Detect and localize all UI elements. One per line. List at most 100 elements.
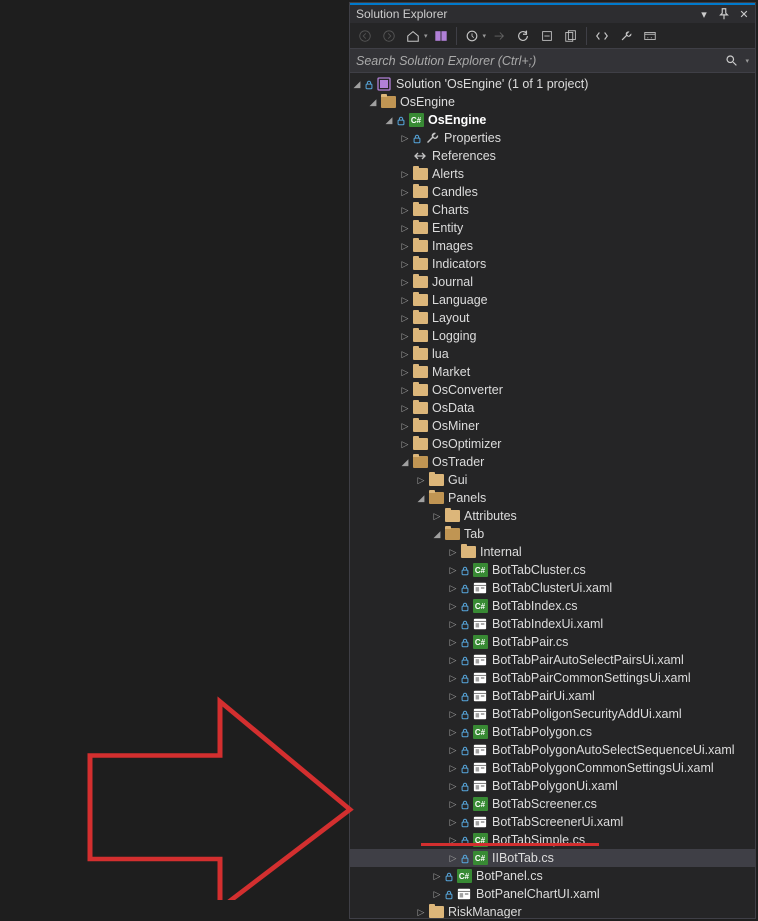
pending-changes-filter-button[interactable] [461, 25, 483, 47]
expander-icon[interactable]: ▷ [398, 385, 412, 396]
folder-alerts[interactable]: ▷Alerts [350, 165, 755, 183]
expander-icon[interactable]: ▷ [398, 169, 412, 180]
expander-icon[interactable]: ▷ [446, 655, 460, 666]
expander-icon[interactable]: ▷ [446, 763, 460, 774]
search-icon[interactable] [721, 54, 741, 67]
folder-logging[interactable]: ▷Logging [350, 327, 755, 345]
collapse-all-button[interactable] [536, 25, 558, 47]
back-button[interactable] [354, 25, 376, 47]
expander-icon[interactable]: ◢ [430, 529, 444, 540]
expander-icon[interactable]: ▷ [398, 241, 412, 252]
expander-icon[interactable]: ▷ [398, 205, 412, 216]
expander-icon[interactable]: ▷ [446, 601, 460, 612]
expander-icon[interactable]: ▷ [398, 403, 412, 414]
expander-icon[interactable]: ▷ [446, 727, 460, 738]
file-bottabpolygonautoselectsequenceui-xaml[interactable]: ▷BotTabPolygonAutoSelectSequenceUi.xaml [350, 741, 755, 759]
folder-journal[interactable]: ▷Journal [350, 273, 755, 291]
expander-icon[interactable]: ▷ [398, 367, 412, 378]
folder-osminer[interactable]: ▷OsMiner [350, 417, 755, 435]
expander-icon[interactable]: ◢ [414, 493, 428, 504]
file-bottabpaircommonsettingsui-xaml[interactable]: ▷BotTabPairCommonSettingsUi.xaml [350, 669, 755, 687]
folder-language[interactable]: ▷Language [350, 291, 755, 309]
folder-lua[interactable]: ▷lua [350, 345, 755, 363]
file-bottabpairui-xaml[interactable]: ▷BotTabPairUi.xaml [350, 687, 755, 705]
folder-indicators[interactable]: ▷Indicators [350, 255, 755, 273]
expander-icon[interactable]: ▷ [398, 313, 412, 324]
file-bottabcluster-cs[interactable]: ▷C#BotTabCluster.cs [350, 561, 755, 579]
file-bottabindex-cs[interactable]: ▷C#BotTabIndex.cs [350, 597, 755, 615]
expander-icon[interactable]: ▷ [430, 871, 444, 882]
expander-icon[interactable]: ▷ [398, 295, 412, 306]
expander-icon[interactable]: ▷ [398, 259, 412, 270]
expander-icon[interactable]: ▷ [446, 637, 460, 648]
expander-icon[interactable]: ▷ [398, 223, 412, 234]
expander-icon[interactable]: ▷ [446, 835, 460, 846]
file-bottabpolygoncommonsettingsui-xaml[interactable]: ▷BotTabPolygonCommonSettingsUi.xaml [350, 759, 755, 777]
folder-ostrader[interactable]: ◢OsTrader [350, 453, 755, 471]
folder-osoptimizer[interactable]: ▷OsOptimizer [350, 435, 755, 453]
expander-icon[interactable]: ▷ [398, 277, 412, 288]
folder-riskmanager[interactable]: ▷RiskManager [350, 903, 755, 918]
preview-button[interactable] [639, 25, 661, 47]
file-bottabindexui-xaml[interactable]: ▷BotTabIndexUi.xaml [350, 615, 755, 633]
window-position-icon[interactable]: ▾ [697, 7, 711, 21]
search-dropdown-icon[interactable]: ▾ [745, 57, 749, 65]
forward-button[interactable] [378, 25, 400, 47]
expander-icon[interactable]: ▷ [398, 439, 412, 450]
expander-icon[interactable]: ◢ [350, 79, 364, 90]
tree-view[interactable]: ◢Solution 'OsEngine' (1 of 1 project)◢Os… [350, 73, 755, 918]
expander-icon[interactable]: ◢ [382, 115, 396, 126]
file-bottabpoligonsecurityaddui-xaml[interactable]: ▷BotTabPoligonSecurityAddUi.xaml [350, 705, 755, 723]
project-node[interactable]: ◢C#OsEngine [350, 111, 755, 129]
file-botpanelchartui-xaml[interactable]: ▷BotPanelChartUI.xaml [350, 885, 755, 903]
folder-internal[interactable]: ▷Internal [350, 543, 755, 561]
expander-icon[interactable]: ▷ [398, 421, 412, 432]
expander-icon[interactable]: ▷ [446, 673, 460, 684]
expander-icon[interactable]: ▷ [446, 547, 460, 558]
expander-icon[interactable]: ▷ [398, 331, 412, 342]
folder-images[interactable]: ▷Images [350, 237, 755, 255]
folder-osconverter[interactable]: ▷OsConverter [350, 381, 755, 399]
expander-icon[interactable]: ▷ [446, 691, 460, 702]
folder-gui[interactable]: ▷Gui [350, 471, 755, 489]
expander-icon[interactable]: ▷ [398, 187, 412, 198]
properties-button[interactable] [615, 25, 637, 47]
file-bottabclusterui-xaml[interactable]: ▷BotTabClusterUi.xaml [350, 579, 755, 597]
file-bottabscreener-cs[interactable]: ▷C#BotTabScreener.cs [350, 795, 755, 813]
references-node[interactable]: References [350, 147, 755, 165]
switch-views-button[interactable] [430, 25, 452, 47]
file-bottabscreenerui-xaml[interactable]: ▷BotTabScreenerUi.xaml [350, 813, 755, 831]
folder-charts[interactable]: ▷Charts [350, 201, 755, 219]
folder-tab[interactable]: ◢Tab [350, 525, 755, 543]
properties-node[interactable]: ▷Properties [350, 129, 755, 147]
folder-entity[interactable]: ▷Entity [350, 219, 755, 237]
folder-layout[interactable]: ▷Layout [350, 309, 755, 327]
expander-icon[interactable]: ◢ [366, 97, 380, 108]
file-bottabpolygon-cs[interactable]: ▷C#BotTabPolygon.cs [350, 723, 755, 741]
expander-icon[interactable]: ▷ [446, 853, 460, 864]
file-bottabpair-cs[interactable]: ▷C#BotTabPair.cs [350, 633, 755, 651]
search-input[interactable] [356, 54, 721, 68]
view-code-button[interactable] [591, 25, 613, 47]
folder-osdata[interactable]: ▷OsData [350, 399, 755, 417]
expander-icon[interactable]: ▷ [430, 889, 444, 900]
file-botpanel-cs[interactable]: ▷C#BotPanel.cs [350, 867, 755, 885]
expander-icon[interactable]: ▷ [446, 745, 460, 756]
expander-icon[interactable]: ▷ [446, 781, 460, 792]
file-bottabpolygonui-xaml[interactable]: ▷BotTabPolygonUi.xaml [350, 777, 755, 795]
expander-icon[interactable]: ▷ [446, 799, 460, 810]
expander-icon[interactable]: ▷ [446, 817, 460, 828]
folder-attributes[interactable]: ▷Attributes [350, 507, 755, 525]
file-bottabpairautoselectpairsui-xaml[interactable]: ▷BotTabPairAutoSelectPairsUi.xaml [350, 651, 755, 669]
sync-button[interactable] [488, 25, 510, 47]
file-iibottab-cs[interactable]: ▷C#IIBotTab.cs [350, 849, 755, 867]
expander-icon[interactable]: ▷ [430, 511, 444, 522]
expander-icon[interactable]: ▷ [446, 565, 460, 576]
folder-root[interactable]: ◢OsEngine [350, 93, 755, 111]
autohide-pin-icon[interactable] [717, 7, 731, 21]
expander-icon[interactable]: ▷ [446, 583, 460, 594]
expander-icon[interactable]: ▷ [398, 349, 412, 360]
expander-icon[interactable]: ▷ [414, 475, 428, 486]
expander-icon[interactable]: ◢ [398, 457, 412, 468]
refresh-button[interactable] [512, 25, 534, 47]
